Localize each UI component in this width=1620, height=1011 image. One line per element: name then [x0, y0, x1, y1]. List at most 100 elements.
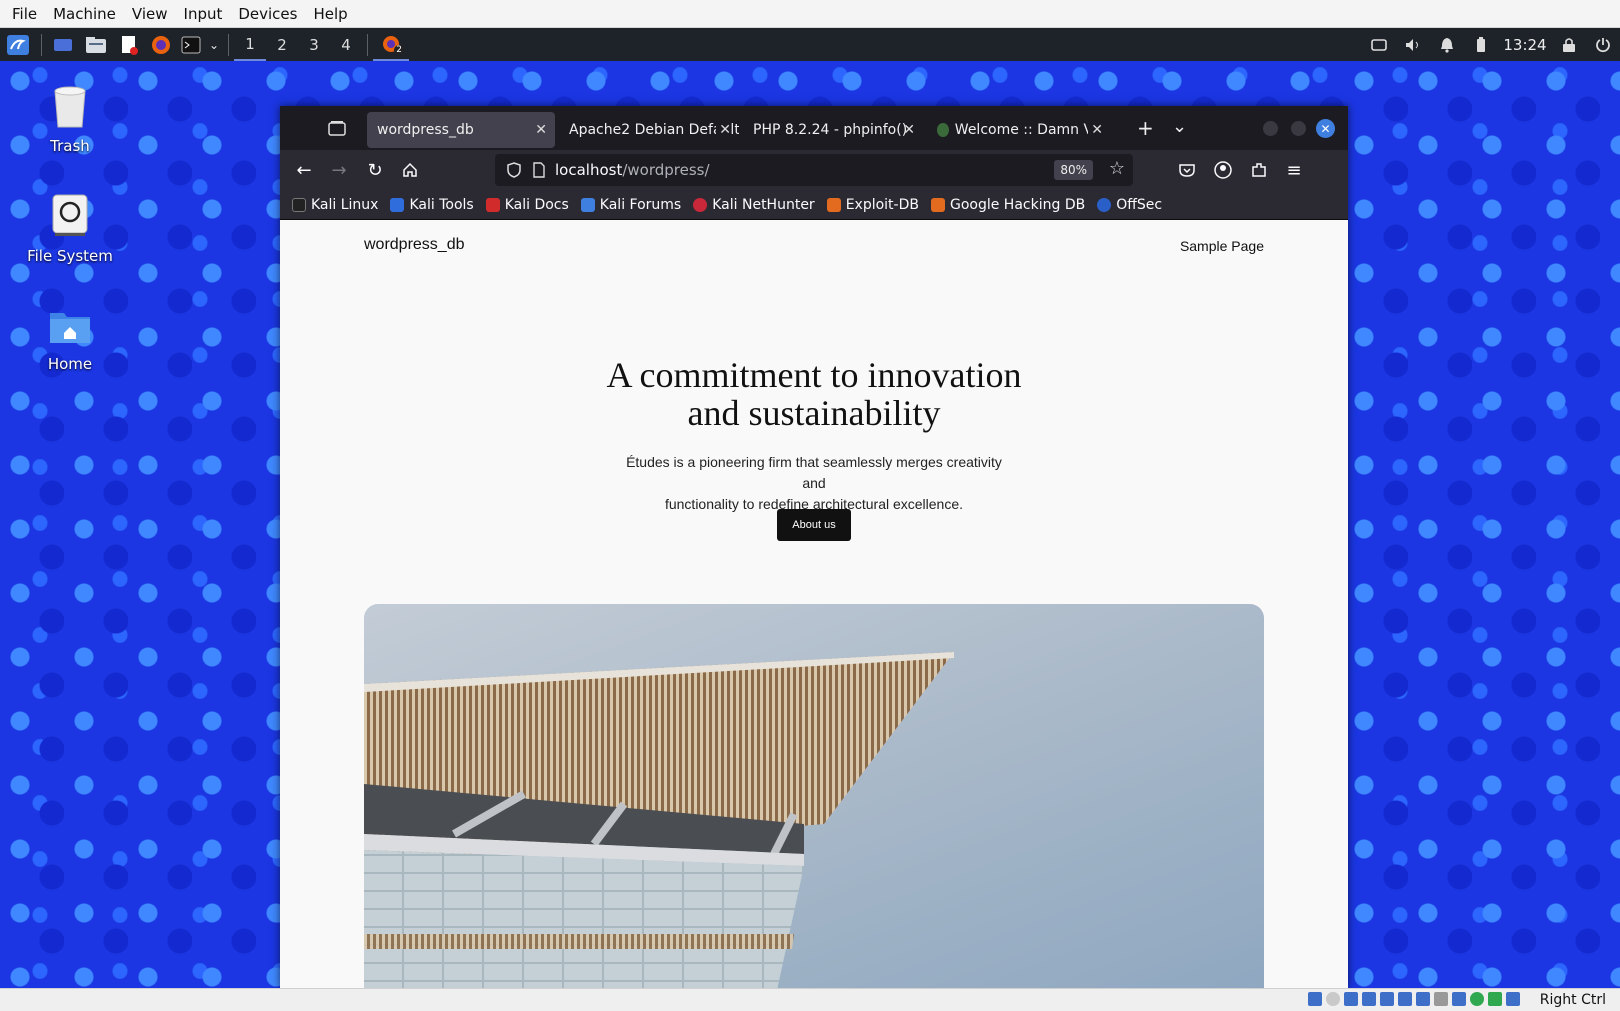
bookmark-kali-docs[interactable]: Kali Docs — [485, 196, 569, 213]
close-window-button[interactable]: ✕ — [1316, 119, 1335, 138]
vbox-device-icons — [1304, 992, 1520, 1006]
guest-additions-status-icon[interactable] — [1470, 992, 1484, 1006]
desktop-icon-trash[interactable]: Trash — [15, 83, 125, 155]
trash-icon — [15, 83, 125, 133]
minimize-button[interactable] — [1263, 121, 1278, 136]
bookmark-label: Kali Docs — [504, 196, 569, 213]
recording-status-icon[interactable] — [1488, 992, 1502, 1006]
bookmark-star-icon[interactable]: ☆ — [1109, 160, 1125, 178]
home-folder-icon — [15, 307, 125, 351]
bookmark-exploit-db[interactable]: Exploit-DB — [826, 196, 919, 213]
show-desktop-icon[interactable] — [47, 28, 79, 61]
tab-phpinfo[interactable]: PHP 8.2.24 - phpinfo() ✕ — [743, 112, 923, 148]
bookmark-kali-forums[interactable]: Kali Forums — [580, 197, 681, 213]
desktop-icon-home[interactable]: Home — [15, 307, 125, 373]
menu-input[interactable]: Input — [176, 5, 231, 23]
power-icon[interactable] — [1586, 28, 1620, 61]
workspace-3[interactable]: 3 — [298, 28, 330, 61]
taskbar-firefox-button[interactable]: 2 — [373, 28, 409, 61]
file-manager-icon[interactable] — [79, 28, 113, 61]
forward-arrow-icon[interactable]: → — [325, 156, 353, 184]
bookmarks-toolbar: Kali Linux Kali Tools Kali Docs Kali For… — [280, 190, 1348, 220]
kali-tools-icon — [390, 197, 405, 212]
home-icon[interactable] — [396, 156, 424, 184]
screenshot-icon[interactable] — [1362, 28, 1396, 61]
bookmark-label: Google Hacking DB — [949, 196, 1086, 213]
video-capture-status-icon[interactable] — [1434, 992, 1448, 1006]
hard-disk-status-icon[interactable] — [1308, 992, 1322, 1006]
menu-file[interactable]: File — [4, 5, 45, 23]
tab-title: Apache2 Debian Default — [569, 122, 739, 138]
bookmark-kali-nethunter[interactable]: Kali NetHunter — [693, 197, 815, 213]
reload-icon[interactable]: ↻ — [361, 156, 389, 184]
workspace-1[interactable]: 1 — [234, 28, 266, 61]
nav-link-sample-page[interactable]: Sample Page — [1180, 238, 1264, 254]
extensions-icon[interactable] — [1245, 156, 1273, 184]
close-tab-icon[interactable]: ✕ — [716, 122, 731, 138]
lock-icon[interactable] — [1552, 28, 1586, 61]
menu-help[interactable]: Help — [305, 5, 355, 23]
chevron-down-icon[interactable]: ⌄ — [205, 28, 223, 61]
page-info-icon[interactable] — [533, 162, 545, 182]
tab-title: PHP 8.2.24 - phpinfo() — [753, 122, 908, 138]
tab-wordpress[interactable]: wordpress_db ✕ — [367, 112, 555, 148]
kali-forums-icon — [580, 197, 595, 212]
tab-apache[interactable]: Apache2 Debian Default ✕ — [559, 112, 739, 148]
close-tab-icon[interactable]: ✕ — [1088, 122, 1103, 138]
desktop-icon-label: Trash — [50, 137, 90, 155]
battery-icon[interactable] — [1464, 28, 1498, 61]
notification-bell-icon[interactable] — [1430, 28, 1464, 61]
tab-title: Welcome :: Damn Vu — [954, 122, 1101, 138]
bookmark-google-hacking-db[interactable]: Google Hacking DB — [930, 196, 1086, 213]
tab-dvwa[interactable]: Welcome :: Damn Vu ✕ — [927, 112, 1111, 148]
firefox-icon[interactable] — [145, 28, 177, 61]
shared-folders-status-icon[interactable] — [1398, 992, 1412, 1006]
tracking-protection-shield-icon[interactable] — [507, 162, 521, 182]
maximize-button[interactable] — [1291, 121, 1306, 136]
keyboard-capture-status-icon[interactable] — [1506, 992, 1520, 1006]
hero-description-line: Études is a pioneering firm that seamles… — [626, 454, 1002, 491]
site-title[interactable]: wordpress_db — [364, 236, 465, 254]
optical-drive-status-icon[interactable] — [1326, 992, 1340, 1006]
hero-building-image — [364, 604, 1264, 988]
menu-devices[interactable]: Devices — [230, 5, 305, 23]
kali-panel: ⌄ 1 2 3 4 2 13:24 — [0, 28, 1620, 61]
vbox-status-bar: Right Ctrl — [0, 988, 1620, 1011]
text-editor-icon[interactable] — [113, 28, 145, 61]
hero-description: Études is a pioneering firm that seamles… — [614, 452, 1014, 515]
about-us-button[interactable]: About us — [777, 509, 851, 541]
list-all-tabs-chevron-icon[interactable]: ⌄ — [1172, 116, 1187, 137]
clock[interactable]: 13:24 — [1498, 28, 1552, 61]
url-host: localhost — [555, 161, 623, 179]
bookmark-label: Exploit-DB — [845, 196, 919, 213]
display-status-icon[interactable] — [1416, 992, 1430, 1006]
offsec-icon — [1097, 197, 1112, 212]
kali-menu-icon[interactable] — [0, 28, 36, 61]
workspace-4[interactable]: 4 — [330, 28, 362, 61]
ghdb-icon — [930, 197, 945, 212]
back-arrow-icon[interactable]: ← — [290, 156, 318, 184]
workspace-2[interactable]: 2 — [266, 28, 298, 61]
bookmark-offsec[interactable]: OffSec — [1097, 197, 1162, 213]
bookmark-kali-linux[interactable]: Kali Linux — [292, 197, 378, 213]
terminal-icon[interactable] — [177, 28, 205, 61]
url-bar[interactable]: localhost/wordpress/ 80% ☆ — [495, 154, 1133, 186]
new-tab-button[interactable]: + — [1137, 116, 1154, 140]
close-tab-icon[interactable]: ✕ — [903, 122, 915, 138]
zoom-indicator[interactable]: 80% — [1054, 160, 1093, 180]
hamburger-menu-icon[interactable]: ≡ — [1280, 156, 1308, 184]
usb-status-icon[interactable] — [1380, 992, 1394, 1006]
tab-groups-icon[interactable] — [328, 120, 346, 140]
audio-status-icon[interactable] — [1344, 992, 1358, 1006]
url-text[interactable]: localhost/wordpress/ — [555, 161, 710, 179]
desktop-icon-file-system[interactable]: File System — [15, 193, 125, 265]
bookmark-kali-tools[interactable]: Kali Tools — [390, 197, 474, 213]
mouse-integration-status-icon[interactable] — [1452, 992, 1466, 1006]
close-tab-icon[interactable]: ✕ — [535, 122, 547, 138]
volume-icon[interactable] — [1396, 28, 1430, 61]
network-status-icon[interactable] — [1362, 992, 1376, 1006]
account-icon[interactable] — [1209, 156, 1237, 184]
menu-machine[interactable]: Machine — [45, 5, 124, 23]
pocket-icon[interactable] — [1173, 156, 1201, 184]
menu-view[interactable]: View — [124, 5, 176, 23]
